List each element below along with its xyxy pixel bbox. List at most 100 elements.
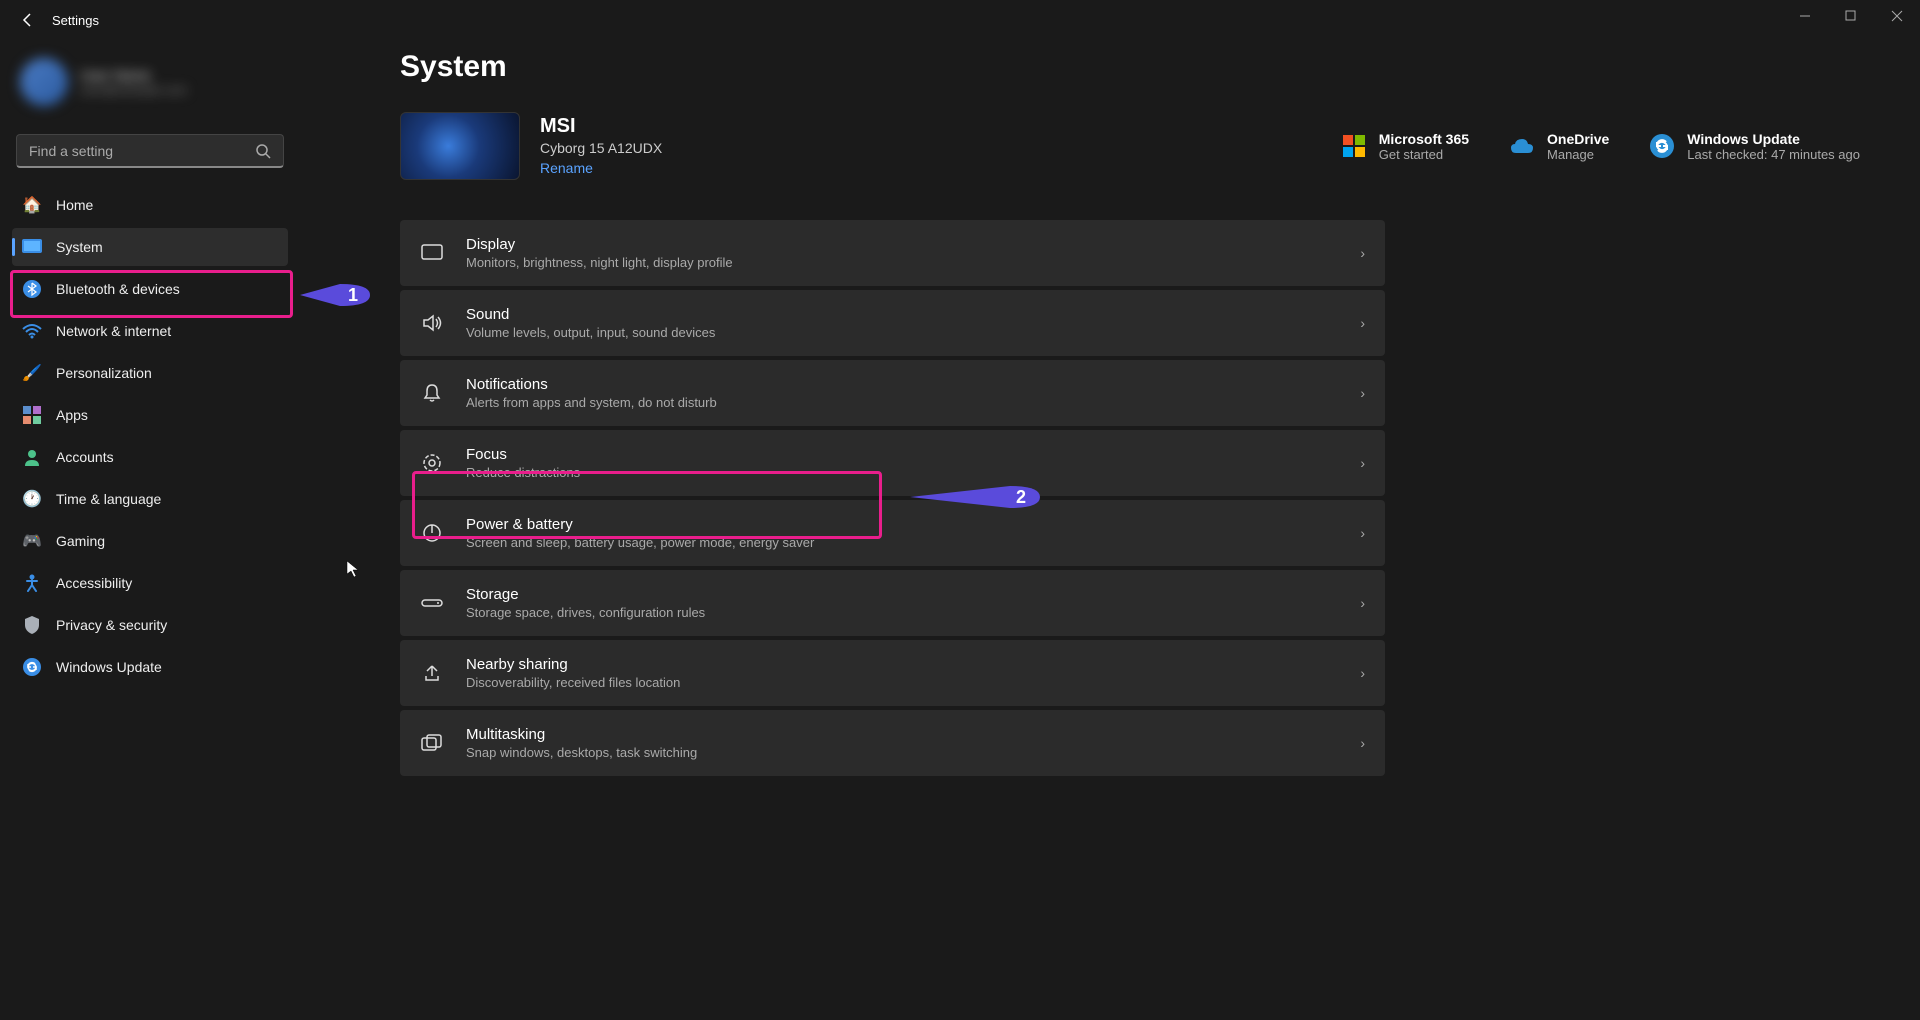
setting-title: Display — [466, 236, 1338, 253]
nav-label: Accounts — [56, 449, 114, 465]
setting-title: Sound — [466, 306, 1338, 323]
shield-icon — [22, 615, 42, 635]
nav-label: Apps — [56, 407, 88, 423]
home-icon: 🏠 — [22, 195, 42, 215]
gamepad-icon: 🎮 — [22, 531, 42, 551]
nav-accessibility[interactable]: Accessibility — [12, 564, 288, 602]
chevron-right-icon: › — [1360, 315, 1365, 331]
nav-home[interactable]: 🏠 Home — [12, 186, 288, 224]
main-content: System MSI Cyborg 15 A12UDX Rename Micro… — [300, 40, 1920, 1020]
sound-icon — [420, 311, 444, 335]
sidebar: User Name user@example.com 🏠 Home System… — [0, 40, 300, 1020]
power-icon — [420, 521, 444, 545]
tile-onedrive[interactable]: OneDrive Manage — [1509, 131, 1609, 162]
update-icon — [22, 657, 42, 677]
display-icon — [420, 241, 444, 265]
window-title: Settings — [52, 13, 99, 28]
setting-nearby[interactable]: Nearby sharing Discoverability, received… — [400, 640, 1385, 706]
nav-time[interactable]: 🕐 Time & language — [12, 480, 288, 518]
setting-sound[interactable]: Sound Volume levels, output, input, soun… — [400, 290, 1385, 356]
person-icon — [22, 447, 42, 467]
nav-label: Home — [56, 197, 93, 213]
tile-title: Windows Update — [1687, 131, 1860, 147]
setting-notifications[interactable]: Notifications Alerts from apps and syste… — [400, 360, 1385, 426]
nav-privacy[interactable]: Privacy & security — [12, 606, 288, 644]
profile-name: User Name — [80, 67, 280, 83]
nav-label: Privacy & security — [56, 617, 167, 633]
setting-sub: Screen and sleep, battery usage, power m… — [466, 535, 1338, 550]
tile-winupdate[interactable]: Windows Update Last checked: 47 minutes … — [1649, 131, 1860, 162]
nav-personalization[interactable]: 🖌️ Personalization — [12, 354, 288, 392]
settings-list: Display Monitors, brightness, night ligh… — [400, 220, 1385, 776]
profile-email: user@example.com — [80, 83, 280, 97]
chevron-right-icon: › — [1360, 455, 1365, 471]
nav-bluetooth[interactable]: Bluetooth & devices — [12, 270, 288, 308]
setting-sub: Volume levels, output, input, sound devi… — [466, 325, 1338, 340]
nav-system[interactable]: System — [12, 228, 288, 266]
share-icon — [420, 661, 444, 685]
nav-label: Accessibility — [56, 575, 132, 591]
bell-icon — [420, 381, 444, 405]
window-controls — [1782, 0, 1920, 32]
nav-label: Time & language — [56, 491, 161, 507]
accessibility-icon — [22, 573, 42, 593]
storage-icon — [420, 591, 444, 615]
device-name: MSI — [540, 115, 1241, 138]
m365-icon — [1341, 133, 1367, 159]
search-input[interactable] — [29, 143, 255, 159]
titlebar: Settings — [0, 0, 1920, 40]
close-button[interactable] — [1874, 0, 1920, 32]
arrow-left-icon — [20, 12, 36, 28]
nav-label: Bluetooth & devices — [56, 281, 180, 297]
nav-label: Windows Update — [56, 659, 162, 675]
wifi-icon — [22, 321, 42, 341]
nav-update[interactable]: Windows Update — [12, 648, 288, 686]
maximize-button[interactable] — [1828, 0, 1874, 32]
setting-sub: Alerts from apps and system, do not dist… — [466, 395, 1338, 410]
sync-icon — [1649, 133, 1675, 159]
chevron-right-icon: › — [1360, 525, 1365, 541]
setting-sub: Reduce distractions — [466, 465, 1338, 480]
setting-title: Nearby sharing — [466, 656, 1338, 673]
setting-storage[interactable]: Storage Storage space, drives, configura… — [400, 570, 1385, 636]
avatar — [20, 58, 68, 106]
nav-accounts[interactable]: Accounts — [12, 438, 288, 476]
profile-section[interactable]: User Name user@example.com — [12, 50, 288, 114]
chevron-right-icon: › — [1360, 595, 1365, 611]
apps-icon — [22, 405, 42, 425]
chevron-right-icon: › — [1360, 665, 1365, 681]
minimize-button[interactable] — [1782, 0, 1828, 32]
setting-focus[interactable]: Focus Reduce distractions › — [400, 430, 1385, 496]
search-icon — [255, 143, 271, 159]
search-box[interactable] — [16, 134, 284, 168]
chevron-right-icon: › — [1360, 735, 1365, 751]
focus-icon — [420, 451, 444, 475]
setting-title: Storage — [466, 586, 1338, 603]
setting-sub: Discoverability, received files location — [466, 675, 1338, 690]
nav-apps[interactable]: Apps — [12, 396, 288, 434]
clock-icon: 🕐 — [22, 489, 42, 509]
setting-sub: Snap windows, desktops, task switching — [466, 745, 1338, 760]
tile-title: OneDrive — [1547, 131, 1609, 147]
paint-icon: 🖌️ — [22, 363, 42, 383]
setting-sub: Storage space, drives, configuration rul… — [466, 605, 1338, 620]
nav-label: System — [56, 239, 103, 255]
nav-gaming[interactable]: 🎮 Gaming — [12, 522, 288, 560]
nav-label: Personalization — [56, 365, 152, 381]
setting-display[interactable]: Display Monitors, brightness, night ligh… — [400, 220, 1385, 286]
nav-label: Gaming — [56, 533, 105, 549]
nav-list: 🏠 Home System Bluetooth & devices Networ… — [12, 186, 288, 686]
system-icon — [22, 237, 42, 257]
tile-title: Microsoft 365 — [1379, 131, 1469, 147]
device-header: MSI Cyborg 15 A12UDX Rename Microsoft 36… — [400, 112, 1860, 180]
chevron-right-icon: › — [1360, 385, 1365, 401]
setting-title: Multitasking — [466, 726, 1338, 743]
tile-m365[interactable]: Microsoft 365 Get started — [1341, 131, 1469, 162]
nav-network[interactable]: Network & internet — [12, 312, 288, 350]
back-button[interactable] — [12, 4, 44, 36]
setting-power[interactable]: Power & battery Screen and sleep, batter… — [400, 500, 1385, 566]
page-title: System — [400, 50, 1860, 84]
rename-link[interactable]: Rename — [540, 160, 593, 176]
setting-sub: Monitors, brightness, night light, displ… — [466, 255, 1338, 270]
setting-multitasking[interactable]: Multitasking Snap windows, desktops, tas… — [400, 710, 1385, 776]
